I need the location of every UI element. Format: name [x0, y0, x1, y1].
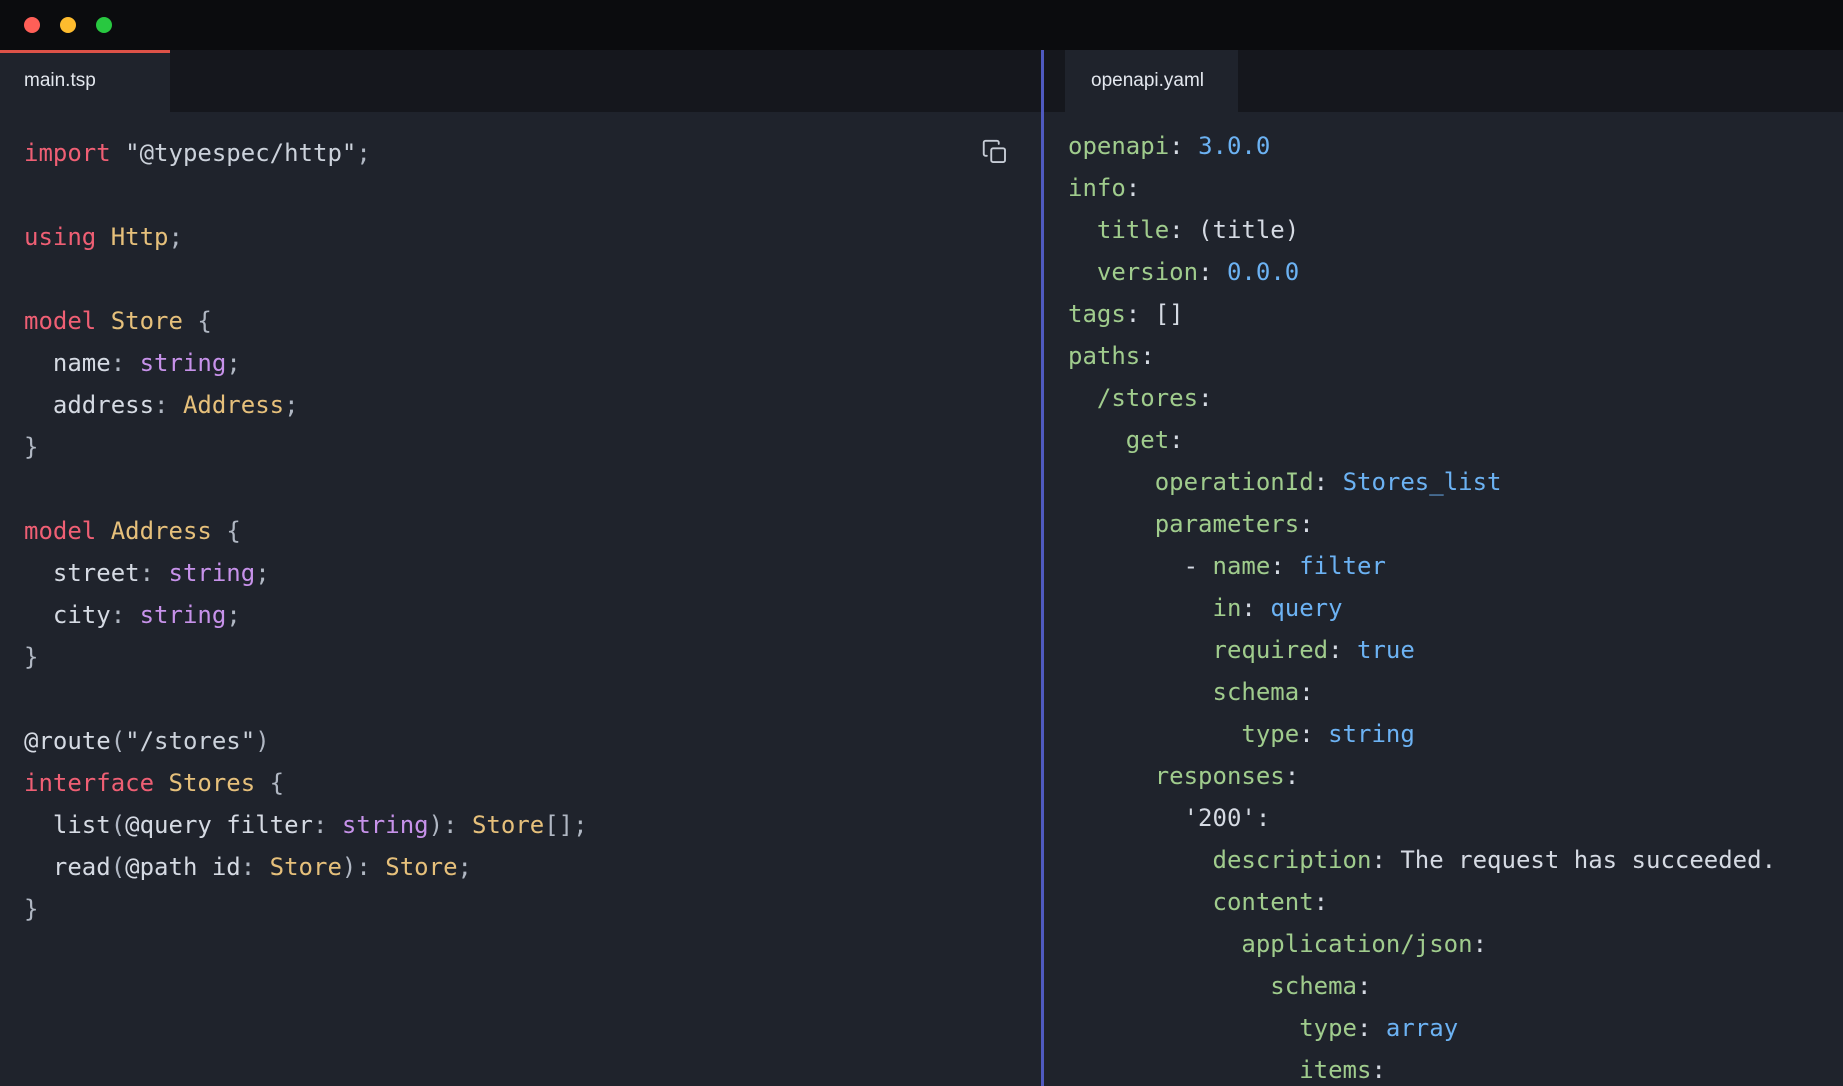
- code-line: in: query: [1068, 587, 1843, 629]
- code-line: - name: filter: [1068, 545, 1843, 587]
- minimize-button[interactable]: [60, 17, 76, 33]
- right-tabbar: openapi.yaml: [1044, 50, 1843, 112]
- code-line: operationId: Stores_list: [1068, 461, 1843, 503]
- code-line: model Address {: [24, 510, 1041, 552]
- code-line: @route("/stores"): [24, 720, 1041, 762]
- left-tabbar: main.tsp: [0, 50, 1041, 112]
- code-line: get:: [1068, 419, 1843, 461]
- tab-openapi-yaml[interactable]: openapi.yaml: [1065, 50, 1238, 112]
- code-line: info:: [1068, 167, 1843, 209]
- code-line: address: Address;: [24, 384, 1041, 426]
- split-view: main.tsp import "@typespec/http"; using …: [0, 50, 1843, 1086]
- code-line: [24, 678, 1041, 720]
- close-button[interactable]: [24, 17, 40, 33]
- code-line: description: The request has succeeded.: [1068, 839, 1843, 881]
- code-line: }: [24, 426, 1041, 468]
- zoom-button[interactable]: [96, 17, 112, 33]
- code-line: required: true: [1068, 629, 1843, 671]
- tab-main-tsp-label: main.tsp: [24, 70, 96, 92]
- titlebar: [0, 0, 1843, 50]
- copy-button[interactable]: [977, 134, 1013, 170]
- code-line: title: (title): [1068, 209, 1843, 251]
- code-line: type: array: [1068, 1007, 1843, 1049]
- code-line: street: string;: [24, 552, 1041, 594]
- code-line: openapi: 3.0.0: [1068, 125, 1843, 167]
- code-line: content:: [1068, 881, 1843, 923]
- copy-icon: [980, 137, 1010, 167]
- code-line: }: [24, 888, 1041, 930]
- code-line: import "@typespec/http";: [24, 132, 1041, 174]
- typespec-code: import "@typespec/http"; using Http; mod…: [24, 132, 1041, 930]
- typespec-pane: main.tsp import "@typespec/http"; using …: [0, 50, 1041, 1086]
- code-line: read(@path id: Store): Store;: [24, 846, 1041, 888]
- openapi-code: openapi: 3.0.0info: title: (title) versi…: [1068, 125, 1843, 1086]
- code-line: city: string;: [24, 594, 1041, 636]
- code-line: tags: []: [1068, 293, 1843, 335]
- code-line: /stores:: [1068, 377, 1843, 419]
- code-line: paths:: [1068, 335, 1843, 377]
- code-line: schema:: [1068, 965, 1843, 1007]
- code-line: application/json:: [1068, 923, 1843, 965]
- code-line: version: 0.0.0: [1068, 251, 1843, 293]
- code-line: list(@query filter: string): Store[];: [24, 804, 1041, 846]
- code-line: model Store {: [24, 300, 1041, 342]
- code-line: [24, 174, 1041, 216]
- code-line: parameters:: [1068, 503, 1843, 545]
- code-line: }: [24, 636, 1041, 678]
- openapi-viewer[interactable]: openapi: 3.0.0info: title: (title) versi…: [1044, 112, 1843, 1086]
- tab-openapi-yaml-label: openapi.yaml: [1091, 70, 1204, 92]
- tab-main-tsp[interactable]: main.tsp: [0, 50, 170, 112]
- openapi-pane: openapi.yaml openapi: 3.0.0info: title: …: [1044, 50, 1843, 1086]
- code-line: [24, 258, 1041, 300]
- code-line: using Http;: [24, 216, 1041, 258]
- code-line: '200':: [1068, 797, 1843, 839]
- code-line: interface Stores {: [24, 762, 1041, 804]
- code-line: type: string: [1068, 713, 1843, 755]
- typespec-editor[interactable]: import "@typespec/http"; using Http; mod…: [0, 112, 1041, 1086]
- code-line: schema:: [1068, 671, 1843, 713]
- code-line: [24, 468, 1041, 510]
- code-line: name: string;: [24, 342, 1041, 384]
- code-line: items:: [1068, 1049, 1843, 1086]
- code-line: responses:: [1068, 755, 1843, 797]
- window-controls: [24, 17, 112, 33]
